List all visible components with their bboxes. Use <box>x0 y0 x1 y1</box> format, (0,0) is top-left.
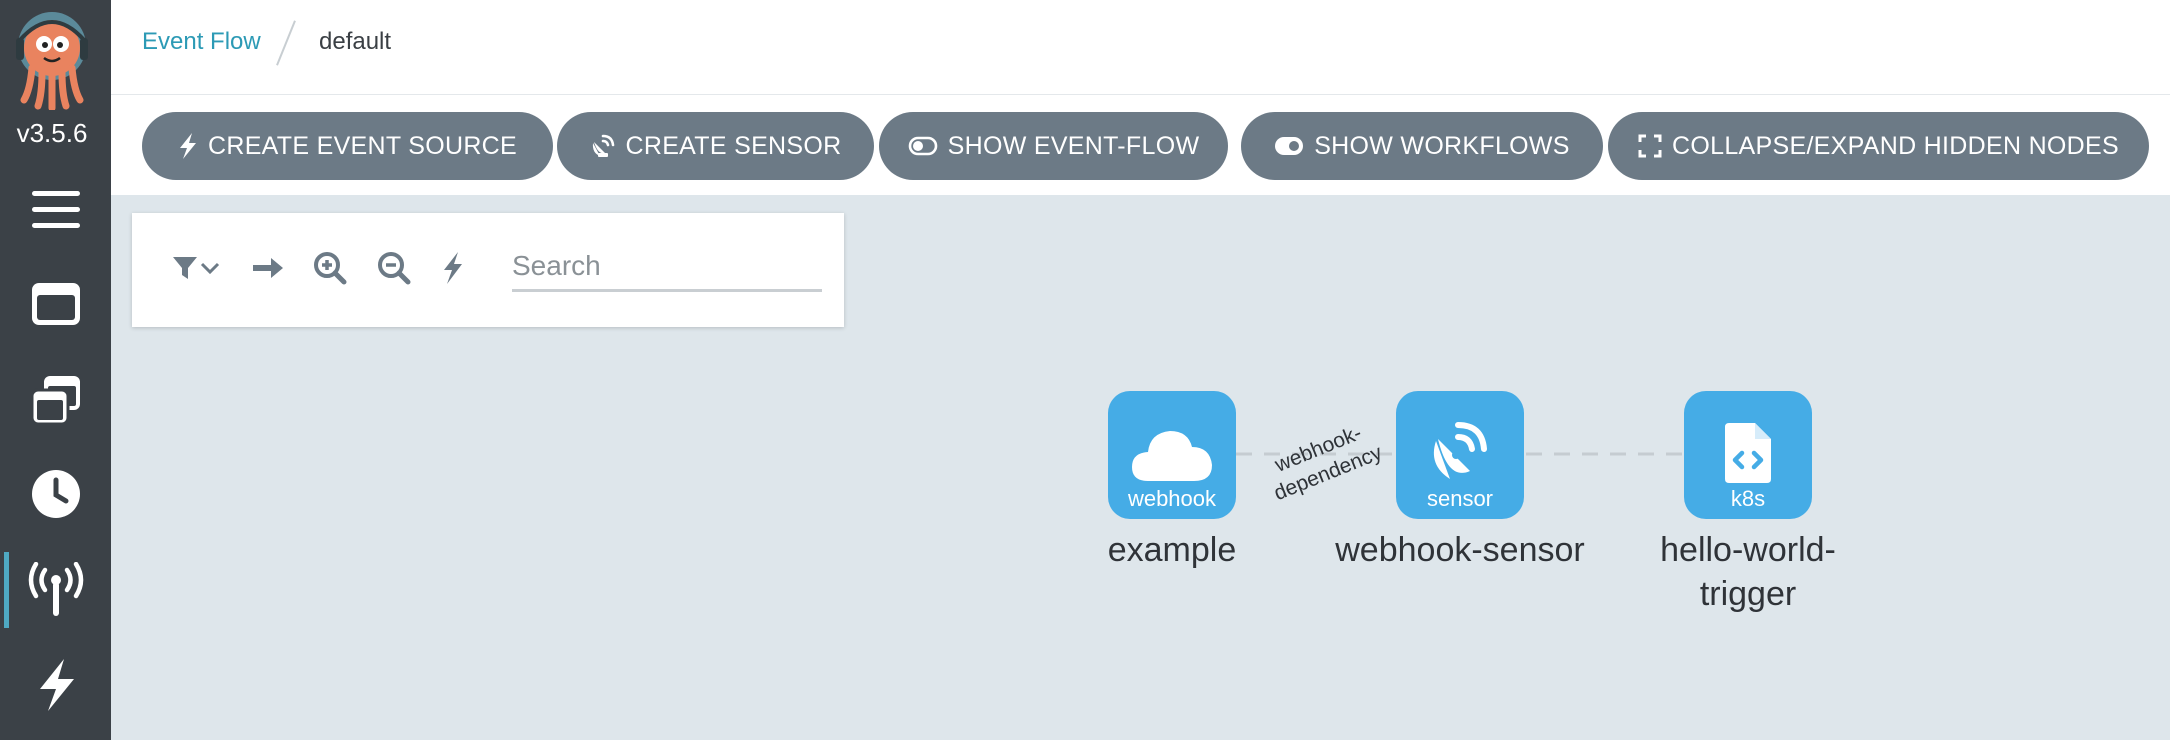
node-label-line-1: hello-world- <box>1660 531 1836 569</box>
node-label-example: example <box>1107 531 1237 569</box>
node-type-label: webhook <box>1127 486 1217 511</box>
node-example[interactable]: webhook <box>1108 391 1236 519</box>
node-label-webhook-sensor: webhook-sensor <box>1335 531 1585 569</box>
graph-edges: webhook- dependency <box>1236 421 1684 505</box>
edge-label-webhook-dependency: webhook- dependency <box>1271 421 1386 505</box>
cloud-icon <box>1132 431 1212 481</box>
node-label-line-2: trigger <box>1699 575 1797 613</box>
node-type-label: k8s <box>1730 486 1766 511</box>
node-hello-world-trigger[interactable]: k8s <box>1684 391 1812 519</box>
node-label-hello-world-trigger: hello-world- trigger <box>1598 528 1898 616</box>
node-webhook-sensor[interactable]: sensor <box>1396 391 1524 519</box>
satellite-dish-icon <box>1433 422 1487 479</box>
node-type-label: sensor <box>1426 486 1494 511</box>
file-code-icon <box>1725 423 1771 483</box>
